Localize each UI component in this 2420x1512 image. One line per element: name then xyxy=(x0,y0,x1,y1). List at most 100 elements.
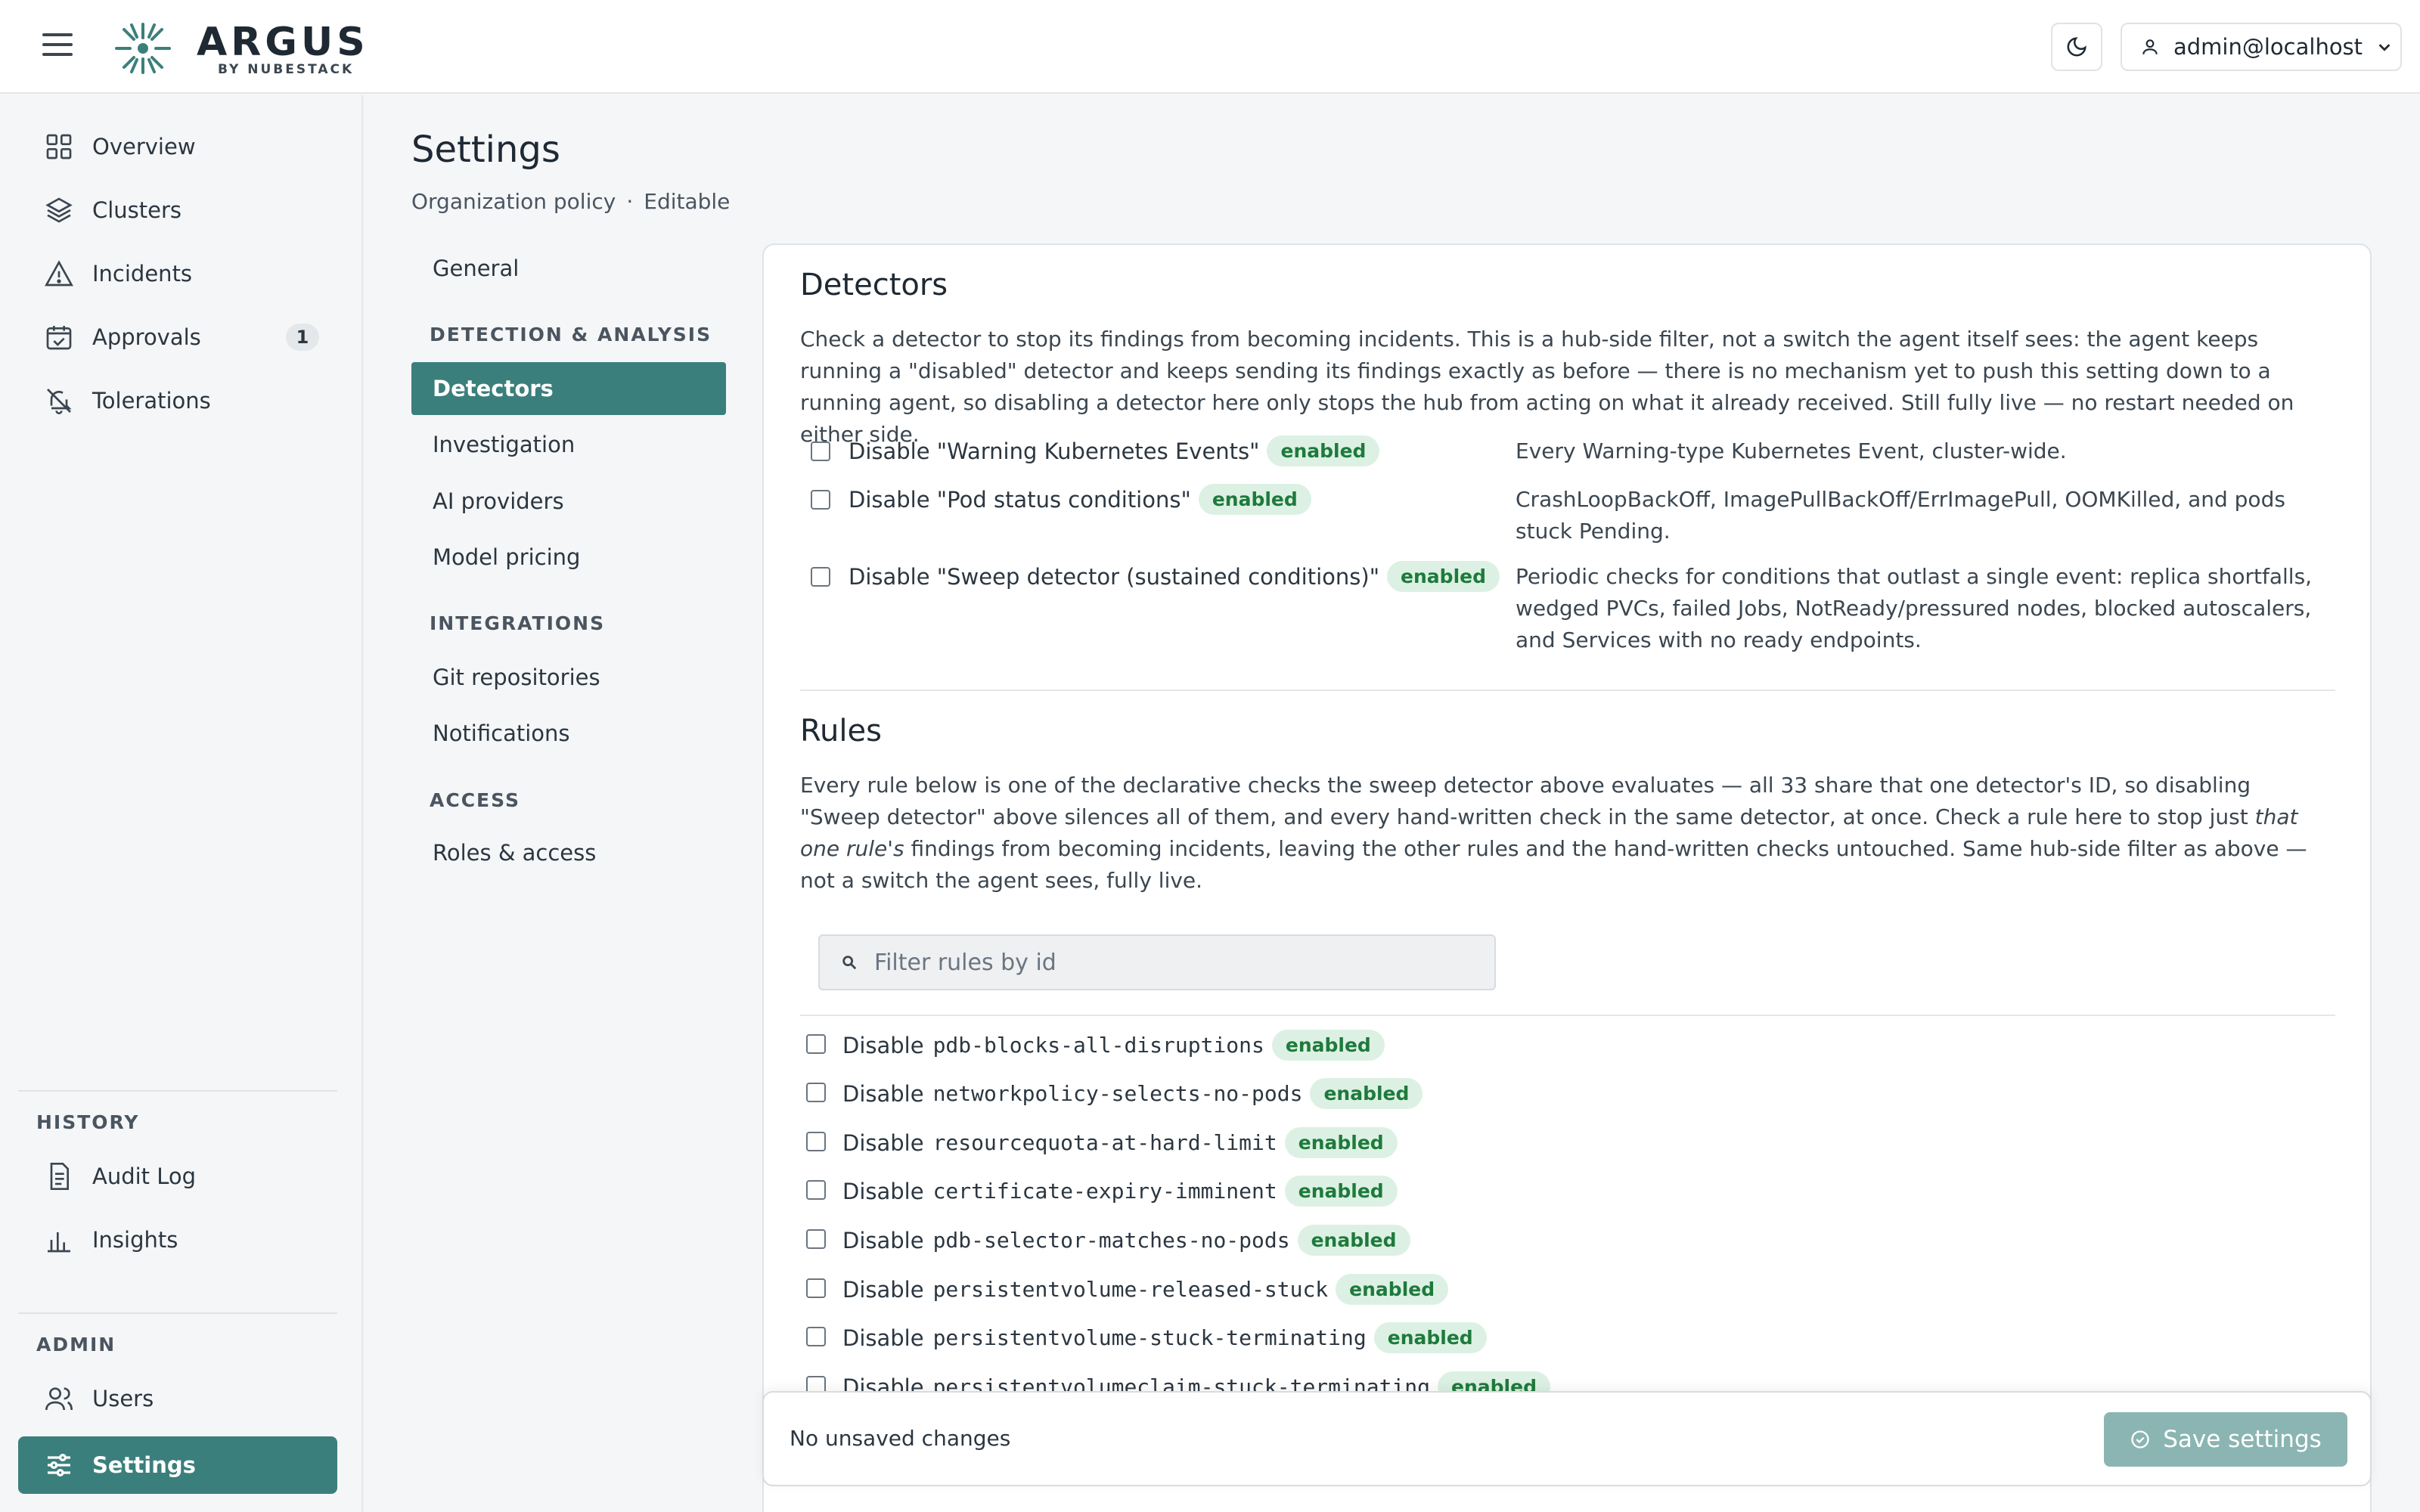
section-divider xyxy=(800,689,2335,691)
chevron-down-icon xyxy=(2378,44,2391,51)
status-badge: enabled xyxy=(1267,435,1380,466)
sidebar-item-approvals[interactable]: Approvals 1 xyxy=(18,308,337,366)
subnav-model-pricing[interactable]: Model pricing xyxy=(411,531,726,584)
sunburst-logo-icon xyxy=(115,23,171,74)
rules-desc-part2: findings from becoming incidents, leavin… xyxy=(800,836,2307,893)
rule-id: certificate-expiry-imminent xyxy=(932,1179,1277,1204)
argus-logo[interactable]: ARGUS BY NUBESTACK xyxy=(113,20,365,77)
save-settings-button[interactable]: Save settings xyxy=(2104,1412,2347,1467)
detector-label: Disable "Pod status conditions" enabled xyxy=(849,484,1311,515)
detectors-description: Check a detector to stop its findings fr… xyxy=(800,327,2294,447)
layers-icon xyxy=(42,194,76,227)
approvals-count-badge: 1 xyxy=(286,324,319,351)
detector-description: Every Warning-type Kubernetes Event, clu… xyxy=(1516,438,2067,463)
top-bar: ARGUS BY NUBESTACK admin@localhost xyxy=(0,0,2420,94)
sidebar-item-clusters[interactable]: Clusters xyxy=(18,181,337,239)
detector-checkbox[interactable] xyxy=(811,567,830,587)
rule-checkbox[interactable] xyxy=(806,1229,826,1249)
detector-checkbox[interactable] xyxy=(811,490,830,510)
subnav-general[interactable]: General xyxy=(411,242,726,295)
detector-label-text: Disable "Pod status conditions" xyxy=(849,486,1191,513)
rule-label: Disable persistentvolume-released-stuck en… xyxy=(842,1274,1449,1305)
status-badge: enabled xyxy=(1284,1176,1398,1207)
sidebar-item-tolerations[interactable]: Tolerations xyxy=(18,372,337,429)
rule-id: persistentvolume-released-stuck xyxy=(932,1277,1329,1302)
status-badge: enabled xyxy=(1198,484,1311,515)
sidebar-item-audit-log[interactable]: Audit Log xyxy=(18,1148,337,1205)
rule-checkbox[interactable] xyxy=(806,1327,826,1346)
detector-description: Periodic checks for conditions that outl… xyxy=(1516,564,2313,652)
sidebar: Overview Clusters Incidents Approvals 1 xyxy=(0,95,363,1512)
subnav-notifications[interactable]: Notifications xyxy=(411,707,726,760)
page-title: Settings xyxy=(411,129,560,171)
subnav-detectors[interactable]: Detectors xyxy=(411,362,726,415)
save-bar: No unsaved changes Save settings xyxy=(762,1391,2372,1486)
status-badge: enabled xyxy=(1297,1225,1410,1256)
filter-placeholder: Filter rules by id xyxy=(874,949,1056,976)
disable-word: Disable xyxy=(842,1227,924,1253)
disable-word: Disable xyxy=(842,1178,924,1204)
policy-scope: Organization policy xyxy=(411,189,616,214)
sliders-icon xyxy=(42,1448,76,1482)
users-icon xyxy=(42,1382,76,1415)
access-heading: ACCESS xyxy=(430,789,521,811)
rule-label: Disable resourcequota-at-hard-limit enable… xyxy=(842,1127,1398,1158)
user-icon xyxy=(2142,39,2158,54)
sidebar-divider xyxy=(18,1312,337,1314)
status-badge: enabled xyxy=(1387,561,1500,592)
detection-analysis-heading: DETECTION & ANALYSIS xyxy=(430,324,712,345)
detector-checkbox[interactable] xyxy=(811,442,830,461)
calendar-check-icon xyxy=(42,321,76,354)
rule-label: Disable persistentvolume-stuck-terminatin… xyxy=(842,1322,1487,1353)
page-subtitle: Organization policy · Editable xyxy=(411,189,730,214)
check-circle-icon xyxy=(2131,1430,2149,1448)
sidebar-item-label: Audit Log xyxy=(92,1163,197,1189)
save-button-label: Save settings xyxy=(2163,1426,2322,1453)
detector-label-text: Disable "Sweep detector (sustained condi… xyxy=(849,563,1380,590)
sidebar-item-incidents[interactable]: Incidents xyxy=(18,245,337,302)
sidebar-item-label: Tolerations xyxy=(92,388,211,414)
user-menu-button[interactable]: admin@localhost xyxy=(2121,23,2402,71)
rule-checkbox[interactable] xyxy=(806,1132,826,1151)
theme-toggle-button[interactable] xyxy=(2051,23,2102,71)
sidebar-item-label: Users xyxy=(92,1386,154,1411)
sidebar-item-insights[interactable]: Insights xyxy=(18,1211,337,1269)
sidebar-item-label: Clusters xyxy=(92,197,182,223)
detectors-title: Detectors xyxy=(800,268,948,302)
edit-mode: Editable xyxy=(644,189,731,214)
warning-triangle-icon xyxy=(42,257,76,290)
search-icon xyxy=(842,956,857,970)
separator-dot: · xyxy=(626,189,634,214)
subnav-roles-access[interactable]: Roles & access xyxy=(411,826,726,879)
status-badge: enabled xyxy=(1373,1322,1487,1353)
sidebar-item-settings[interactable]: Settings xyxy=(18,1436,337,1494)
rule-label: Disable pdb-selector-matches-no-pods enabl… xyxy=(842,1225,1410,1256)
sidebar-divider xyxy=(18,1090,337,1092)
rule-checkbox[interactable] xyxy=(806,1083,826,1102)
sidebar-item-label: Incidents xyxy=(92,261,193,287)
detector-label: Disable "Sweep detector (sustained condi… xyxy=(849,561,1500,592)
subnav-investigation[interactable]: Investigation xyxy=(411,418,726,471)
rules-title: Rules xyxy=(800,714,882,748)
rule-checkbox[interactable] xyxy=(806,1034,826,1054)
disable-word: Disable xyxy=(842,1129,924,1156)
rule-checkbox[interactable] xyxy=(806,1278,826,1298)
disable-word: Disable xyxy=(842,1080,924,1107)
subnav-ai-providers[interactable]: AI providers xyxy=(411,475,726,528)
rule-filter-input[interactable]: Filter rules by id xyxy=(818,934,1496,990)
rule-id: pdb-selector-matches-no-pods xyxy=(932,1228,1290,1253)
sidebar-item-users[interactable]: Users xyxy=(18,1370,337,1427)
menu-icon[interactable] xyxy=(42,33,73,60)
status-badge: enabled xyxy=(1271,1030,1385,1061)
rule-label: Disable certificate-expiry-imminent enable… xyxy=(842,1176,1398,1207)
user-email: admin@localhost xyxy=(2173,34,2363,60)
bell-off-icon xyxy=(42,384,76,417)
disable-word: Disable xyxy=(842,1276,924,1303)
status-badge: enabled xyxy=(1336,1274,1449,1305)
history-heading: HISTORY xyxy=(36,1111,140,1133)
detector-label: Disable "Warning Kubernetes Events" enab… xyxy=(849,435,1380,466)
subnav-git-repositories[interactable]: Git repositories xyxy=(411,651,726,704)
rule-checkbox[interactable] xyxy=(806,1180,826,1200)
sidebar-item-overview[interactable]: Overview xyxy=(18,118,337,175)
rule-label: Disable networkpolicy-selects-no-pods enab… xyxy=(842,1078,1423,1109)
